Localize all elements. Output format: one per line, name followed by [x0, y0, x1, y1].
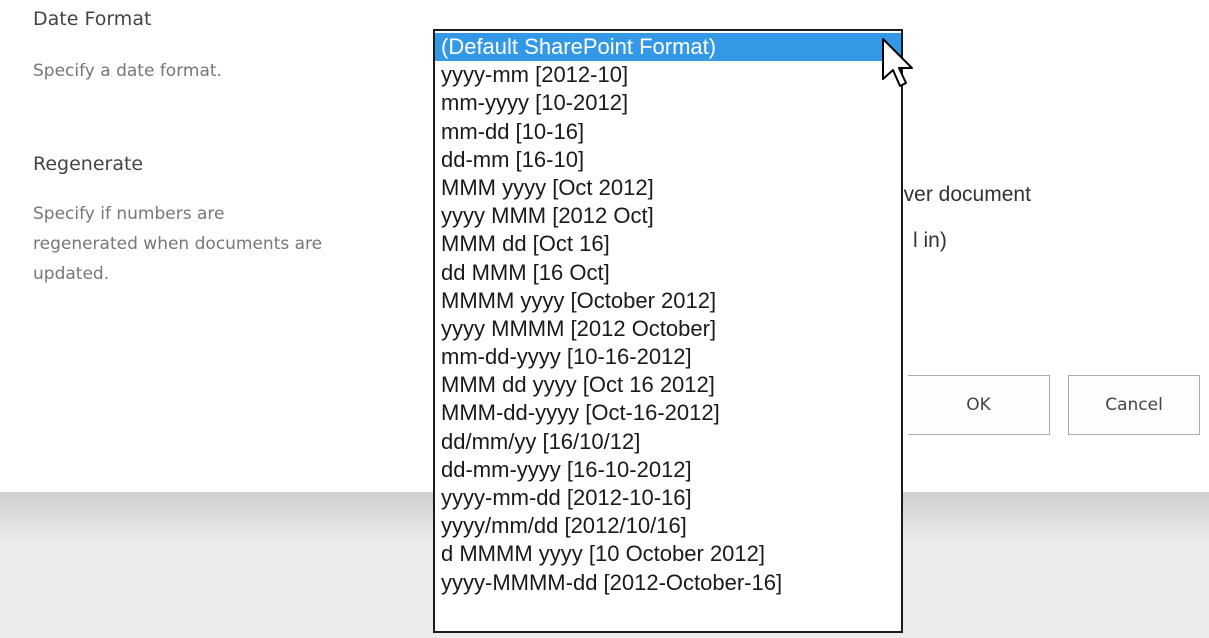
date-format-option[interactable]: mm-yyyy [10-2012]	[435, 89, 901, 117]
date-format-option[interactable]: dd MMM [16 Oct]	[435, 259, 901, 287]
ok-button[interactable]: OK	[908, 375, 1050, 435]
regenerate-description-line-3: updated.	[33, 264, 110, 284]
regenerate-title: Regenerate	[33, 153, 144, 175]
mouse-pointer-icon	[882, 38, 913, 87]
date-format-option[interactable]: yyyy-MMMM-dd [2012-October-16]	[435, 569, 901, 597]
regenerate-description-line-2: regenerated when documents are	[33, 234, 323, 254]
cancel-button[interactable]: Cancel	[1068, 375, 1200, 435]
regenerate-option-filled-label[interactable]: l in)	[913, 229, 947, 253]
date-format-option[interactable]: mm-dd-yyyy [10-16-2012]	[435, 343, 901, 371]
date-format-option[interactable]: MMM-dd-yyyy [Oct-16-2012]	[435, 399, 901, 427]
date-format-option[interactable]: dd-mm-yyyy [16-10-2012]	[435, 456, 901, 484]
date-format-option[interactable]: dd-mm [16-10]	[435, 146, 901, 174]
regenerate-option-always-label[interactable]: ever document	[892, 183, 1031, 207]
date-format-option[interactable]: MMM dd yyyy [Oct 16 2012]	[435, 371, 901, 399]
date-format-option[interactable]: yyyy/mm/dd [2012/10/16]	[435, 512, 901, 540]
cancel-button-label: Cancel	[1105, 395, 1163, 415]
date-format-title: Date Format	[33, 8, 152, 30]
ok-button-label: OK	[966, 395, 991, 415]
regenerate-description-line-1: Specify if numbers are	[33, 204, 225, 224]
date-format-option[interactable]: yyyy MMM [2012 Oct]	[435, 202, 901, 230]
date-format-option[interactable]: MMM yyyy [Oct 2012]	[435, 174, 901, 202]
date-format-dropdown-list[interactable]: (Default SharePoint Format) yyyy-mm [201…	[433, 29, 903, 633]
date-format-option[interactable]: yyyy MMMM [2012 October]	[435, 315, 901, 343]
date-format-option[interactable]: d MMMM yyyy [10 October 2012]	[435, 540, 901, 568]
date-format-option[interactable]: yyyy-mm-dd [2012-10-16]	[435, 484, 901, 512]
date-format-option[interactable]: mm-dd [10-16]	[435, 118, 901, 146]
date-format-option[interactable]: dd/mm/yy [16/10/12]	[435, 428, 901, 456]
date-format-description: Specify a date format.	[33, 61, 222, 81]
regenerate-description: Specify if numbers are regenerated when …	[33, 199, 322, 289]
date-format-option[interactable]: yyyy-mm [2012-10]	[435, 61, 901, 89]
date-format-option[interactable]: (Default SharePoint Format)	[435, 33, 901, 62]
date-format-option[interactable]: MMM dd [Oct 16]	[435, 230, 901, 258]
date-format-option[interactable]: MMMM yyyy [October 2012]	[435, 287, 901, 315]
